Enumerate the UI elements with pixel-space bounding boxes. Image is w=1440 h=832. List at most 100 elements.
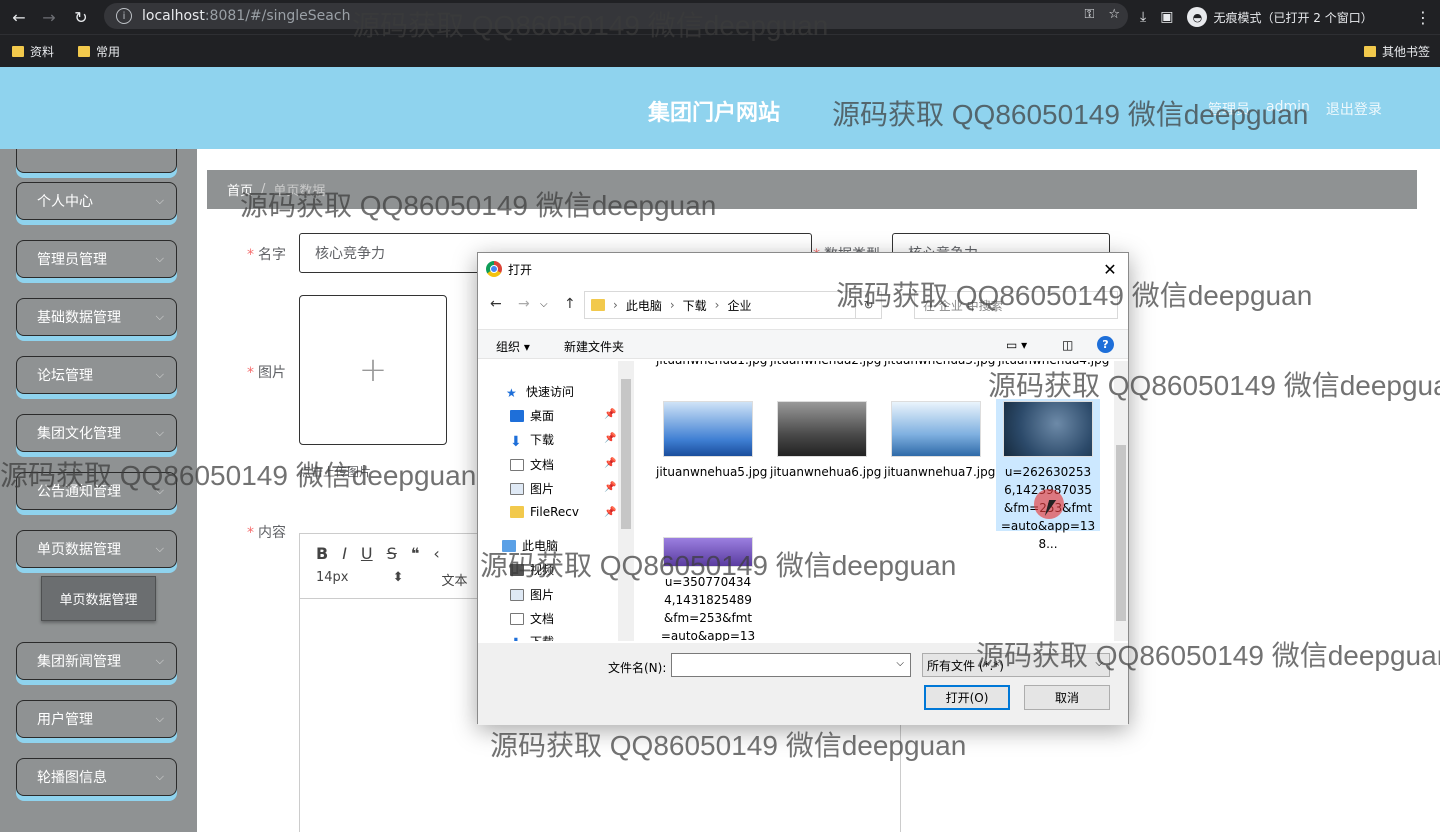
incognito-label: 无痕模式（已打开 2 个窗口） xyxy=(1213,10,1373,25)
font-size-select[interactable]: 14px ⬍ xyxy=(316,570,404,589)
name-label: * 名字 xyxy=(247,247,286,263)
tree-quick-access[interactable]: ★ 快速访问 xyxy=(506,383,574,400)
chevron-down-icon: ⌵ xyxy=(896,658,904,669)
code-button[interactable]: ‹ xyxy=(433,544,439,563)
sidebar-item-admins[interactable]: 管理员管理 ⌵ xyxy=(16,240,177,278)
sidebar-subitem-single-page[interactable]: 单页数据管理 xyxy=(41,576,156,621)
folder-icon xyxy=(78,46,90,57)
file-item[interactable]: jituanwnehua3.jpg xyxy=(884,361,995,369)
folder-icon xyxy=(1364,46,1376,57)
key-icon[interactable]: ⚿ xyxy=(1084,7,1094,22)
document-icon xyxy=(510,458,524,471)
bookmark-ziliao[interactable]: 资料 xyxy=(12,43,54,60)
sidebar-item-profile[interactable]: 个人中心 ⌵ xyxy=(16,182,177,220)
sidebar-item-news[interactable]: 集团新闻管理 ⌵ xyxy=(16,642,177,680)
sidepanel-icon[interactable]: ▣ xyxy=(1160,9,1173,25)
quote-button[interactable]: ❝ xyxy=(411,544,420,563)
header-user: admin xyxy=(1266,99,1310,115)
chevron-down-icon: ⌵ xyxy=(155,194,164,207)
breadcrumb-home[interactable]: 首页 xyxy=(227,180,253,199)
menu-icon[interactable]: ⋮ xyxy=(1408,2,1438,32)
underline-button[interactable]: U xyxy=(361,544,373,563)
tree-this-pc[interactable]: 此电脑 xyxy=(502,537,558,554)
bold-button[interactable]: B xyxy=(316,544,328,563)
preview-pane-icon[interactable]: ◫ xyxy=(1062,338,1073,352)
path-enterprise[interactable]: 企业 xyxy=(727,297,751,314)
file-item[interactable]: jituanwnehua6.jpg xyxy=(770,401,881,481)
strike-button[interactable]: S xyxy=(387,544,397,563)
tree-desktop[interactable]: 桌面 xyxy=(510,407,554,424)
folder-icon xyxy=(510,506,524,518)
file-thumbnail xyxy=(1003,401,1093,457)
sidebar-item-notice[interactable]: 公告通知管理 ⌵ xyxy=(16,472,177,510)
new-folder-button[interactable]: 新建文件夹 xyxy=(564,338,624,355)
search-input[interactable]: 在 企业 中搜索 xyxy=(914,291,1118,319)
close-icon[interactable]: ✕ xyxy=(1098,257,1122,281)
forward-icon[interactable]: → xyxy=(34,2,64,32)
file-item[interactable]: jituanwnehua5.jpg xyxy=(656,401,767,481)
sidebar-item-culture[interactable]: 集团文化管理 ⌵ xyxy=(16,414,177,452)
star-icon[interactable]: ☆ xyxy=(1108,7,1120,22)
back-icon[interactable]: ← xyxy=(4,2,34,32)
tree-downloads[interactable]: ⬇ 下载 xyxy=(510,431,554,450)
sidebar-item-forum[interactable]: 论坛管理 ⌵ xyxy=(16,356,177,394)
sidebar-item-basic-data[interactable]: 基础数据管理 ⌵ xyxy=(16,298,177,336)
chrome-icon xyxy=(486,261,502,277)
info-icon[interactable]: i xyxy=(116,8,132,24)
organize-button[interactable]: 组织 ▾ xyxy=(496,338,530,355)
view-menu-icon[interactable]: ▭ ▾ xyxy=(1006,338,1027,352)
files-scrollbar[interactable] xyxy=(1114,361,1128,641)
forward-icon[interactable]: → xyxy=(518,296,530,312)
dialog-nav: ← → ⌵ ↑ › 此电脑 › 下载 › 企业 ↻ 在 企业 中搜索 xyxy=(478,289,1128,321)
file-thumbnail xyxy=(891,401,981,457)
video-icon xyxy=(510,563,524,576)
reload-icon[interactable]: ↻ xyxy=(66,2,96,32)
sidebar-item-single-page[interactable]: 单页数据管理 ⌵ xyxy=(16,530,177,568)
italic-button[interactable]: I xyxy=(342,544,347,563)
cancel-button[interactable]: 取消 xyxy=(1024,685,1110,710)
chevron-down-icon: ⌵ xyxy=(155,426,164,439)
incognito-indicator[interactable]: ◓ 无痕模式（已打开 2 个窗口） xyxy=(1187,7,1373,27)
file-item[interactable]: jituanwnehua7.jpg xyxy=(884,401,995,481)
url-path: :8081/#/singleSeach xyxy=(204,8,351,24)
pin-icon: 📌 xyxy=(604,507,617,518)
filetype-select[interactable]: 所有文件 (*.*) ⌵ xyxy=(922,653,1110,677)
filename-input[interactable]: ⌵ xyxy=(671,653,911,677)
picture-icon xyxy=(510,482,524,495)
tree-documents-pc[interactable]: 文档 xyxy=(510,610,554,627)
bookmark-other[interactable]: 其他书签 xyxy=(1364,43,1430,60)
bookmark-changyong[interactable]: 常用 xyxy=(78,43,120,60)
tree-downloads-pc[interactable]: ⬇下载 xyxy=(510,633,554,641)
tree-scrollbar[interactable] xyxy=(618,361,634,641)
path-downloads[interactable]: 下载 xyxy=(683,297,707,314)
sidebar-item-users[interactable]: 用户管理 ⌵ xyxy=(16,700,177,738)
path-this-pc[interactable]: 此电脑 xyxy=(626,297,662,314)
tree-documents[interactable]: 文档 xyxy=(510,456,554,473)
chevron-down-icon: ⌵ xyxy=(155,770,164,783)
logout-link[interactable]: 退出登录 xyxy=(1326,99,1382,119)
open-button[interactable]: 打开(O) xyxy=(924,685,1010,710)
chevron-down-icon: ⌵ xyxy=(155,310,164,323)
file-item[interactable]: jituanwnehua2.jpg xyxy=(770,361,881,369)
file-item[interactable]: u=3507704344,1431825489&fm=253&fmt=auto&… xyxy=(656,537,760,641)
up-icon[interactable]: ↑ xyxy=(564,296,576,312)
recent-dropdown-icon[interactable]: ⌵ xyxy=(540,299,548,310)
tree-videos[interactable]: 视频 xyxy=(510,561,554,578)
text-style-select[interactable]: 文本 xyxy=(442,570,468,589)
refresh-icon[interactable]: ↻ xyxy=(855,292,881,318)
path-bar[interactable]: › 此电脑 › 下载 › 企业 ↻ xyxy=(584,291,882,319)
tree-filerecv[interactable]: FileRecv xyxy=(510,505,579,519)
download-icon[interactable]: ⤓ xyxy=(1140,9,1146,25)
sidebar-item-carousel[interactable]: 轮播图信息 ⌵ xyxy=(16,758,177,796)
help-icon[interactable]: ? xyxy=(1097,336,1114,353)
sidebar-item-top[interactable] xyxy=(16,149,177,173)
chevron-down-icon: ⌵ xyxy=(155,252,164,265)
tree-pictures-pc[interactable]: 图片 xyxy=(510,586,554,603)
image-upload[interactable]: + xyxy=(299,295,447,445)
tree-pictures[interactable]: 图片 xyxy=(510,480,554,497)
incognito-icon: ◓ xyxy=(1187,7,1208,27)
address-bar[interactable]: i localhost :8081/#/singleSeach ⚿ ☆ xyxy=(104,3,1128,29)
file-item[interactable]: jituanwnehua4.jpg xyxy=(998,361,1109,369)
back-icon[interactable]: ← xyxy=(490,296,502,312)
file-item[interactable]: jituanwnehua1.jpg xyxy=(656,361,767,369)
